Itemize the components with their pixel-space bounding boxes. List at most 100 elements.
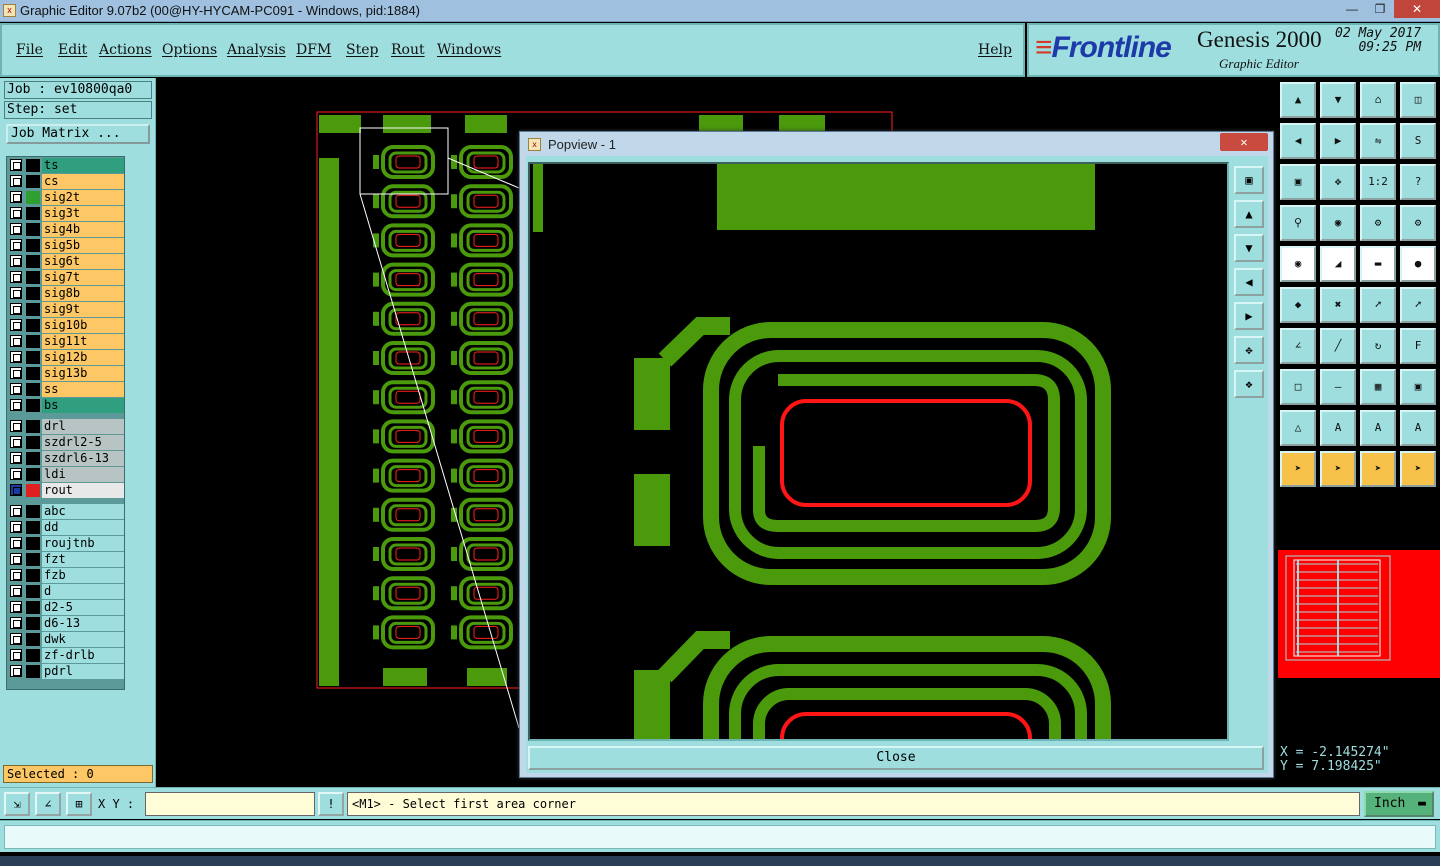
layer-checkbox[interactable] bbox=[10, 271, 22, 283]
popview-zoom-in-icon[interactable]: ✥ bbox=[1234, 336, 1264, 364]
layer-name[interactable]: sig5b bbox=[42, 238, 124, 253]
grid-icon[interactable]: ⊞ bbox=[66, 792, 92, 816]
layer-name[interactable]: ts bbox=[42, 158, 124, 173]
snap-icon[interactable]: ⇲ bbox=[4, 792, 30, 816]
layer-color-indicator[interactable] bbox=[26, 420, 40, 433]
layer-row-sig13b[interactable]: sig13b bbox=[8, 366, 124, 381]
layer-name[interactable]: roujtnb bbox=[42, 536, 124, 551]
menu-dfm[interactable]: DFM bbox=[296, 42, 331, 58]
split-icon[interactable]: ◫ bbox=[1400, 82, 1436, 118]
layer-checkbox[interactable] bbox=[10, 287, 22, 299]
layer-row-d2-5[interactable]: d2-5 bbox=[8, 600, 124, 615]
menu-options[interactable]: Options bbox=[162, 42, 217, 58]
layer-checkbox[interactable] bbox=[10, 537, 22, 549]
layer-name[interactable]: sig9t bbox=[42, 302, 124, 317]
target-icon[interactable]: ◉ bbox=[1280, 246, 1316, 282]
layer-checkbox[interactable] bbox=[10, 468, 22, 480]
cursor-circle-icon[interactable]: ➤ bbox=[1360, 451, 1396, 487]
popview-canvas[interactable] bbox=[528, 162, 1229, 741]
layer-row-dwk[interactable]: dwk bbox=[8, 632, 124, 647]
layer-name[interactable]: sig10b bbox=[42, 318, 124, 333]
layer-row-szdrl6-13[interactable]: szdrl6-13 bbox=[8, 451, 124, 466]
menu-windows[interactable]: Windows bbox=[437, 42, 501, 58]
layer-name[interactable]: abc bbox=[42, 504, 124, 519]
layer-name[interactable]: drl bbox=[42, 419, 124, 434]
layer-row-rout[interactable]: rout bbox=[8, 483, 124, 498]
layer-name[interactable]: sig13b bbox=[42, 366, 124, 381]
layer-name[interactable]: dwk bbox=[42, 632, 124, 647]
popview-zoom[interactable] bbox=[530, 164, 1227, 739]
layer-color-indicator[interactable] bbox=[26, 521, 40, 534]
layer-color-indicator[interactable] bbox=[26, 452, 40, 465]
layer-checkbox[interactable] bbox=[10, 585, 22, 597]
job-matrix-button[interactable]: Job Matrix ... bbox=[6, 124, 150, 144]
menu-help[interactable]: Help bbox=[978, 42, 1012, 58]
layer-name[interactable]: d bbox=[42, 584, 124, 599]
layer-name[interactable]: bs bbox=[42, 398, 124, 413]
layer-color-indicator[interactable] bbox=[26, 319, 40, 332]
layer-row-drl[interactable]: drl bbox=[8, 419, 124, 434]
layer-checkbox[interactable] bbox=[10, 383, 22, 395]
layer-row-sig10b[interactable]: sig10b bbox=[8, 318, 124, 333]
layer-row-fzt[interactable]: fzt bbox=[8, 552, 124, 567]
layer-checkbox[interactable] bbox=[10, 553, 22, 565]
s-curve-icon[interactable]: S bbox=[1400, 123, 1436, 159]
menu-edit[interactable]: Edit bbox=[58, 42, 87, 58]
layer-checkbox[interactable] bbox=[10, 649, 22, 661]
popview-pan-up-icon[interactable]: ▲ bbox=[1234, 200, 1264, 228]
layer-checkbox[interactable] bbox=[10, 191, 22, 203]
layer-row-sig2t[interactable]: sig2t bbox=[8, 190, 124, 205]
layer-name[interactable]: sig2t bbox=[42, 190, 124, 205]
cursor-box-icon[interactable]: ➤ bbox=[1320, 451, 1356, 487]
cross-icon[interactable]: ✖ bbox=[1320, 287, 1356, 323]
layer-row-fzb[interactable]: fzb bbox=[8, 568, 124, 583]
layer-checkbox[interactable] bbox=[10, 335, 22, 347]
popview-close-button[interactable]: Close bbox=[528, 746, 1264, 770]
layer-name[interactable]: dd bbox=[42, 520, 124, 535]
layer-color-indicator[interactable] bbox=[26, 649, 40, 662]
left-arrow-icon[interactable]: ◀ bbox=[1280, 123, 1316, 159]
a-blue-icon[interactable]: A bbox=[1400, 410, 1436, 446]
layer-name[interactable]: ss bbox=[42, 382, 124, 397]
layer-checkbox[interactable] bbox=[10, 436, 22, 448]
layer-checkbox[interactable] bbox=[10, 239, 22, 251]
layer-row-dd[interactable]: dd bbox=[8, 520, 124, 535]
layer-name[interactable]: ldi bbox=[42, 467, 124, 482]
layer-row-sig11t[interactable]: sig11t bbox=[8, 334, 124, 349]
layer-name[interactable]: cs bbox=[42, 174, 124, 189]
pin-icon[interactable]: ◉ bbox=[1320, 205, 1356, 241]
menu-actions[interactable]: Actions bbox=[99, 42, 152, 58]
link2-icon[interactable]: ➚ bbox=[1400, 287, 1436, 323]
popview-pan-down-icon[interactable]: ▼ bbox=[1234, 234, 1264, 262]
layer-color-indicator[interactable] bbox=[26, 271, 40, 284]
layer-checkbox[interactable] bbox=[10, 351, 22, 363]
layer-color-indicator[interactable] bbox=[26, 585, 40, 598]
text-icon[interactable]: F bbox=[1400, 328, 1436, 364]
layer-color-indicator[interactable] bbox=[26, 239, 40, 252]
layer-color-indicator[interactable] bbox=[26, 484, 40, 497]
layer-checkbox[interactable] bbox=[10, 420, 22, 432]
layer-checkbox[interactable] bbox=[10, 223, 22, 235]
layer-checkbox[interactable] bbox=[10, 484, 22, 496]
close-icon[interactable]: ✕ bbox=[1394, 0, 1440, 18]
layer-name[interactable]: szdrl2-5 bbox=[42, 435, 124, 450]
layer-name[interactable]: sig6t bbox=[42, 254, 124, 269]
layer-row-ss[interactable]: ss bbox=[8, 382, 124, 397]
ruler-icon[interactable]: ▬ bbox=[1360, 246, 1396, 282]
layer-color-indicator[interactable] bbox=[26, 468, 40, 481]
menu-analysis[interactable]: Analysis bbox=[227, 42, 286, 58]
layer-color-indicator[interactable] bbox=[26, 287, 40, 300]
layer-color-indicator[interactable] bbox=[26, 436, 40, 449]
layer-color-indicator[interactable] bbox=[26, 303, 40, 316]
layer-name[interactable]: sig7t bbox=[42, 270, 124, 285]
layer-checkbox[interactable] bbox=[10, 159, 22, 171]
layer-checkbox[interactable] bbox=[10, 633, 22, 645]
layer-row-sig5b[interactable]: sig5b bbox=[8, 238, 124, 253]
menu-step[interactable]: Step bbox=[346, 42, 378, 58]
layer-row-d[interactable]: d bbox=[8, 584, 124, 599]
layer-name[interactable]: pdrl bbox=[42, 664, 124, 679]
swap-icon[interactable]: ⇋ bbox=[1360, 123, 1396, 159]
cursor-route-icon[interactable]: ➤ bbox=[1400, 451, 1436, 487]
layer-color-indicator[interactable] bbox=[26, 175, 40, 188]
layer-row-ts[interactable]: ts bbox=[8, 158, 124, 173]
